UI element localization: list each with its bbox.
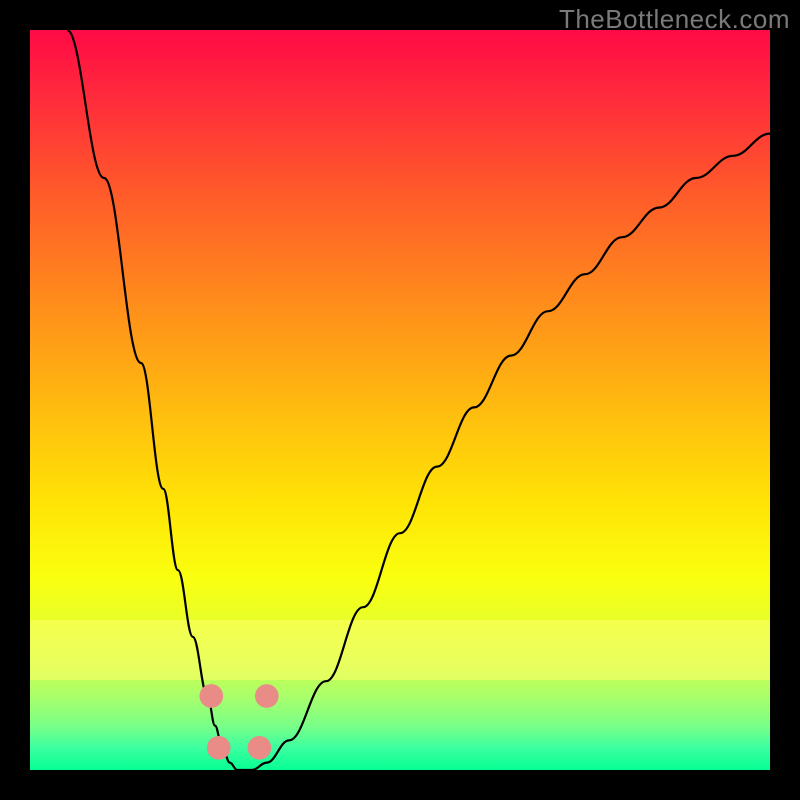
curve-layer (30, 30, 770, 770)
dip-marker (255, 684, 279, 708)
dip-marker (199, 684, 223, 708)
plot-area (30, 30, 770, 770)
dip-marker (248, 736, 272, 760)
dip-markers (199, 684, 278, 759)
chart-frame: TheBottleneck.com (0, 0, 800, 800)
watermark-text: TheBottleneck.com (559, 4, 790, 35)
bottleneck-curve (67, 30, 770, 770)
dip-marker (207, 736, 231, 760)
